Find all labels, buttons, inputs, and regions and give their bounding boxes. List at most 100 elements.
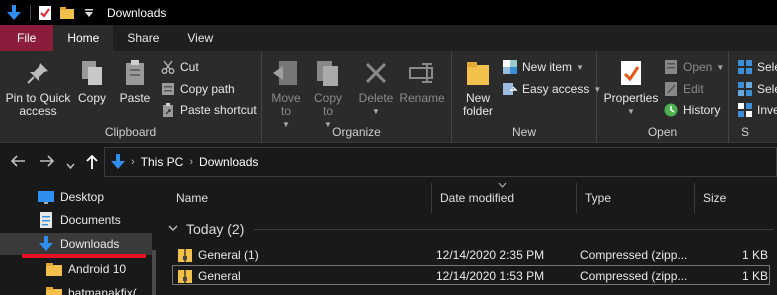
back-arrow-icon[interactable]: [10, 154, 26, 172]
recent-locations-chevron-icon[interactable]: [66, 157, 75, 174]
file-type: Compressed (zipp...: [580, 248, 688, 262]
tab-view[interactable]: View: [173, 25, 227, 51]
tab-file[interactable]: File: [0, 25, 54, 51]
rename-label: Rename: [399, 91, 445, 105]
file-name: General (1): [198, 248, 259, 262]
open-group-label: Open: [647, 125, 678, 139]
zip-folder-icon: [178, 268, 192, 284]
file-date: 12/14/2020 1:53 PM: [436, 269, 545, 283]
select-all-icon: [737, 59, 753, 75]
column-header-type[interactable]: Type: [577, 183, 695, 213]
breadcrumb-separator-icon: ›: [131, 156, 135, 168]
new-group-label: New: [511, 125, 536, 139]
breadcrumb-separator-icon: ›: [189, 156, 194, 168]
sidebar-item-downloads[interactable]: Downloads: [0, 233, 152, 255]
organize-group-label: Organize: [332, 125, 381, 139]
sidebar-item-batmanakfix[interactable]: batmanakfix(: [0, 282, 160, 295]
column-header-name[interactable]: Name: [168, 183, 432, 213]
quick-access-toolbar: [0, 0, 97, 25]
easy-access-icon: [502, 81, 518, 97]
copy-to-button[interactable]: Copy to ▼: [310, 57, 346, 131]
group-header-today[interactable]: Today (2): [168, 219, 244, 239]
navigation-pane: Desktop Documents Downloads Android 10 b…: [0, 183, 160, 295]
select-group: Sele Sele Inve S: [729, 51, 777, 143]
clipboard-group: Pin to Quick access Copy Paste Cut Copy …: [0, 51, 262, 143]
new-folder-button[interactable]: New folder: [458, 57, 498, 118]
sidebar-scrollbar[interactable]: [152, 250, 156, 295]
paste-button[interactable]: Paste: [118, 57, 152, 105]
select-none-icon: [737, 81, 753, 97]
properties-icon[interactable]: [37, 5, 53, 21]
open-icon: [663, 59, 679, 75]
sort-indicator-icon: [498, 181, 507, 190]
properties-button[interactable]: Properties ▼: [601, 57, 661, 118]
history-icon: [663, 102, 679, 118]
rename-button[interactable]: Rename: [399, 57, 445, 105]
ribbon-tabs: File Home Share View: [0, 25, 777, 51]
select-all-button[interactable]: Sele: [737, 57, 777, 77]
copy-path-icon: [160, 81, 176, 97]
paste-label: Paste: [119, 91, 151, 105]
select-none-button[interactable]: Sele: [737, 79, 777, 99]
open-button[interactable]: Open ▼: [663, 57, 724, 77]
edit-label: Edit: [683, 82, 704, 96]
sidebar-item-label: Downloads: [60, 237, 120, 251]
sidebar-item-desktop[interactable]: Desktop: [0, 186, 160, 208]
breadcrumb-downloads[interactable]: Downloads: [199, 155, 258, 169]
new-folder-icon[interactable]: [59, 5, 75, 21]
invert-selection-label: Inve: [757, 103, 777, 117]
file-name-cell: General (1): [178, 245, 259, 265]
collapse-chevron-icon: [168, 224, 178, 235]
move-to-label: Move to: [271, 91, 301, 118]
open-group: Properties ▼ Open ▼ Edit History Open: [597, 51, 729, 143]
group-header-label: Today (2): [186, 221, 245, 237]
easy-access-button[interactable]: Easy access ▼: [502, 79, 601, 99]
edit-button[interactable]: Edit: [663, 79, 704, 99]
properties-dropdown-icon: ▼: [627, 107, 635, 116]
up-arrow-icon[interactable]: [85, 154, 99, 174]
history-button[interactable]: History: [663, 100, 720, 120]
new-item-button[interactable]: New item ▼: [502, 57, 584, 77]
file-size: 1 KB: [742, 248, 769, 262]
new-item-label: New item: [522, 60, 573, 74]
paste-shortcut-button[interactable]: Paste shortcut: [160, 100, 257, 120]
sidebar-item-documents[interactable]: Documents: [0, 209, 160, 231]
tab-share[interactable]: Share: [113, 25, 173, 51]
copy-path-label: Copy path: [180, 82, 235, 96]
properties-icon: [615, 57, 647, 89]
sidebar-item-android-10[interactable]: Android 10: [0, 258, 160, 280]
copy-label: Copy: [77, 91, 106, 105]
copy-path-button[interactable]: Copy path: [160, 79, 235, 99]
title-bar: Downloads: [0, 0, 777, 25]
address-bar[interactable]: › This PC › Downloads: [104, 147, 777, 177]
invert-selection-icon: [737, 102, 753, 118]
open-dropdown-icon: ▼: [716, 62, 725, 72]
move-to-button[interactable]: Move to ▼: [268, 57, 304, 131]
paste-shortcut-icon: [160, 102, 176, 118]
download-arrow-icon: [111, 154, 125, 170]
scissors-icon: [160, 59, 176, 75]
sidebar-item-label: batmanakfix(: [68, 286, 137, 295]
copy-button[interactable]: Copy: [76, 57, 108, 105]
cut-button[interactable]: Cut: [160, 57, 199, 77]
table-row[interactable]: General (1) 12/14/2020 2:35 PM Compresse…: [172, 245, 770, 265]
copy-to-label: Copy to: [313, 91, 342, 118]
pin-to-quick-access-button[interactable]: Pin to Quick access: [4, 57, 72, 118]
table-row[interactable]: General 12/14/2020 1:53 PM Compressed (z…: [172, 265, 770, 285]
forward-arrow-icon[interactable]: [39, 154, 55, 172]
delete-button[interactable]: Delete ▼: [356, 57, 396, 118]
select-group-label: S: [741, 125, 750, 139]
open-label: Open: [683, 60, 713, 74]
file-list: Name Date modified Type Size Today (2) G…: [160, 183, 777, 295]
clipboard-group-label: Clipboard: [104, 125, 157, 139]
pin-label: Pin to Quick access: [5, 91, 71, 118]
rename-icon: [406, 57, 438, 89]
desktop-icon: [38, 189, 54, 205]
invert-selection-button[interactable]: Inve: [737, 100, 777, 120]
breadcrumb-this-pc[interactable]: This PC: [141, 155, 184, 169]
tab-home[interactable]: Home: [53, 25, 114, 51]
annotation-underline: [22, 254, 146, 258]
column-header-size[interactable]: Size: [695, 183, 777, 213]
customize-toolbar-icon[interactable]: [81, 5, 97, 21]
easy-access-label: Easy access: [522, 82, 590, 96]
